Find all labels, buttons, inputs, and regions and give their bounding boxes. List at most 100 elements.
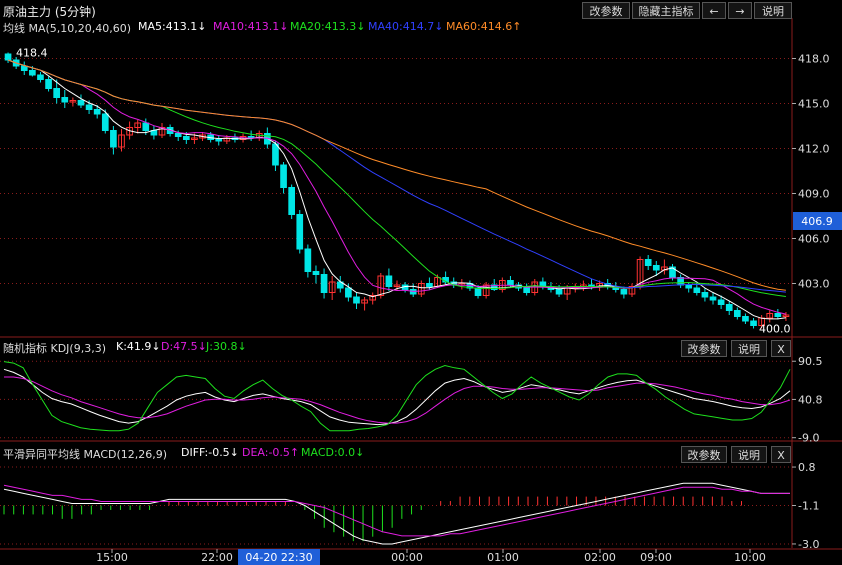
candle-body xyxy=(53,88,61,98)
y-tick-label: -1.1 xyxy=(798,500,819,513)
kdj-close-button[interactable]: X xyxy=(771,340,791,357)
y-tick-label: -3.0 xyxy=(798,538,819,551)
candle-body xyxy=(742,316,749,322)
candle-body xyxy=(296,214,304,250)
candle-body xyxy=(77,100,85,106)
ma5-line xyxy=(7,59,786,320)
explain-button[interactable]: 说明 xyxy=(754,2,792,19)
kdj-j-line xyxy=(3,361,791,432)
hide-indicator-button[interactable]: 隐藏主指标 xyxy=(632,2,700,19)
ma-legend-label: 均线 MA(5,10,20,40,60) xyxy=(3,22,132,35)
candle-body xyxy=(701,292,709,298)
candle-body xyxy=(685,284,693,289)
macd-dea-legend: DEA:-0.5↑ xyxy=(242,446,300,459)
candle-body xyxy=(280,164,287,188)
candle-body xyxy=(750,320,757,326)
candle-body xyxy=(644,259,652,266)
candle-body xyxy=(85,104,93,110)
ma60-line xyxy=(7,59,786,291)
macd-close-button[interactable]: X xyxy=(771,446,791,463)
candle-body xyxy=(385,275,393,287)
candle-body xyxy=(101,113,109,131)
y-tick-label: 403.0 xyxy=(798,278,830,291)
y-tick-label: 0.8 xyxy=(798,461,816,474)
kdj-legend-label: 随机指标 KDJ(9,3,3) xyxy=(3,342,106,355)
x-tick-label: 02:00 xyxy=(584,551,616,564)
low-annotation: 400.0 xyxy=(759,323,791,336)
candle-body xyxy=(725,304,733,311)
y-tick-label: 90.5 xyxy=(798,355,823,368)
candle-body xyxy=(45,79,52,89)
candle-body xyxy=(507,280,514,286)
kdj-explain-button[interactable]: 说明 xyxy=(731,340,767,357)
candle-body xyxy=(312,271,320,275)
candle-body xyxy=(620,289,628,295)
kdj-j-legend: J:30.8↓ xyxy=(206,340,247,353)
candle-body xyxy=(733,310,741,317)
candle-body xyxy=(174,133,182,137)
candle-body xyxy=(272,143,279,166)
candle-body xyxy=(652,265,660,271)
kdj-k-legend: K:41.9↓ xyxy=(116,340,161,353)
candle-body xyxy=(774,313,782,317)
macd-params-button[interactable]: 改参数 xyxy=(681,446,727,463)
arrow-right-icon[interactable]: → xyxy=(728,2,752,19)
y-tick-label: 415.0 xyxy=(798,98,830,111)
candle-body xyxy=(142,122,150,131)
y-tick-label: 40.8 xyxy=(798,393,823,406)
candle-body xyxy=(61,97,69,103)
candle-body xyxy=(677,277,684,286)
kdj-params-button[interactable]: 改参数 xyxy=(681,340,727,357)
kdj-d-line xyxy=(4,376,791,424)
candle-body xyxy=(426,283,433,287)
ma10-legend: MA10:413.1↓ xyxy=(213,20,289,33)
y-tick-label: 412.0 xyxy=(798,143,830,156)
candle-body xyxy=(29,70,36,76)
x-tick-label: 00:00 xyxy=(391,551,423,564)
macd-dea-line xyxy=(3,484,790,537)
kdj-k-line xyxy=(3,368,791,426)
params-button[interactable]: 改参数 xyxy=(582,2,630,19)
macd-explain-button[interactable]: 说明 xyxy=(731,446,767,463)
high-annotation: 418.4 xyxy=(16,47,48,60)
candle-body xyxy=(555,289,563,295)
candle-body xyxy=(37,74,44,80)
candle-body xyxy=(215,139,223,142)
candle-body xyxy=(304,248,312,272)
ma5-legend: MA5:413.1↓ xyxy=(138,20,207,33)
ma40-line xyxy=(7,59,786,293)
ma20-line xyxy=(7,59,786,297)
candle-body xyxy=(345,287,352,298)
ma20-legend: MA20:413.3↓ xyxy=(290,20,366,33)
chart-title: 原油主力 (5分钟) xyxy=(3,5,96,19)
chart-canvas: 418.0 415.0 412.0 409.0 406.0 403.0 418.4 400.0… xyxy=(0,18,842,565)
ma40-legend: MA40:414.7↓ xyxy=(368,20,444,33)
candle-body xyxy=(320,274,328,293)
x-tick-label: 22:00 xyxy=(201,551,233,564)
candle-body xyxy=(182,136,190,140)
y-tick-label: 418.0 xyxy=(798,53,830,66)
candle-body xyxy=(93,109,101,115)
candle-body xyxy=(288,187,295,215)
candle-body xyxy=(717,299,725,305)
y-tick-label: -9.0 xyxy=(798,432,819,445)
candle-body xyxy=(20,65,28,71)
x-tick-label: 01:00 xyxy=(487,551,519,564)
kdj-d-legend: D:47.5↓ xyxy=(161,340,207,353)
arrow-left-icon[interactable]: ← xyxy=(702,2,726,19)
x-tick-label: 10:00 xyxy=(734,551,766,564)
macd-diff-legend: DIFF:-0.5↓ xyxy=(181,446,239,459)
y-tick-label: 406.0 xyxy=(798,233,830,246)
candle-body xyxy=(110,130,117,148)
macd-legend-label: 平滑异同平均线 MACD(12,26,9) xyxy=(3,448,168,461)
candle-body xyxy=(4,53,12,61)
ma60-legend: MA60:414.6↑ xyxy=(446,20,522,33)
candle-body xyxy=(474,287,482,296)
candle-body xyxy=(523,287,530,293)
x-tick-label: 15:00 xyxy=(96,551,128,564)
candle-body xyxy=(353,296,360,304)
candle-body xyxy=(709,296,717,301)
x-highlight-label: 04-20 22:30 xyxy=(245,551,312,564)
candle-body xyxy=(693,287,701,293)
price-tag: 406.9 xyxy=(801,215,833,228)
